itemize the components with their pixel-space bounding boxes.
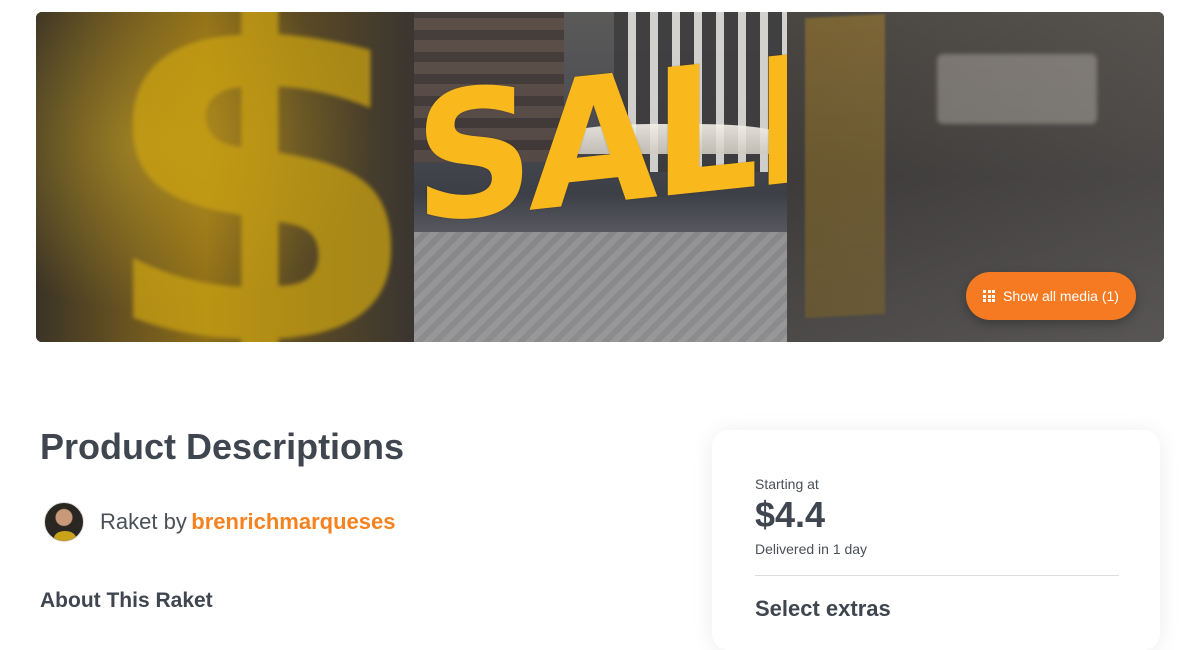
show-all-media-label: Show all media (1) — [1003, 288, 1119, 304]
show-all-media-button[interactable]: Show all media (1) — [966, 272, 1136, 320]
grid-icon — [983, 290, 996, 302]
delivery-time: Delivered in 1 day — [755, 541, 868, 557]
sale-sign-text: SALE — [414, 12, 787, 265]
card-divider — [755, 575, 1119, 576]
hero-dollar-sign: $ — [96, 12, 414, 342]
byline-prefix: Raket by — [100, 509, 187, 534]
author-row: Raket by brenrichmarqueses — [44, 502, 395, 542]
seller-avatar[interactable] — [44, 502, 84, 542]
select-extras-heading: Select extras — [755, 596, 891, 621]
hero-panel-middle: SALE — [414, 12, 787, 342]
starting-at-label: Starting at — [755, 476, 819, 492]
hero-panel-left: $ — [36, 12, 414, 342]
page-title: Product Descriptions — [40, 426, 405, 467]
about-heading: About This Raket — [40, 589, 213, 612]
pricing-card: Starting at $4.4 Delivered in 1 day Sele… — [712, 430, 1160, 650]
seller-name-link[interactable]: brenrichmarqueses — [191, 509, 395, 534]
price-value: $4.4 — [755, 494, 826, 535]
